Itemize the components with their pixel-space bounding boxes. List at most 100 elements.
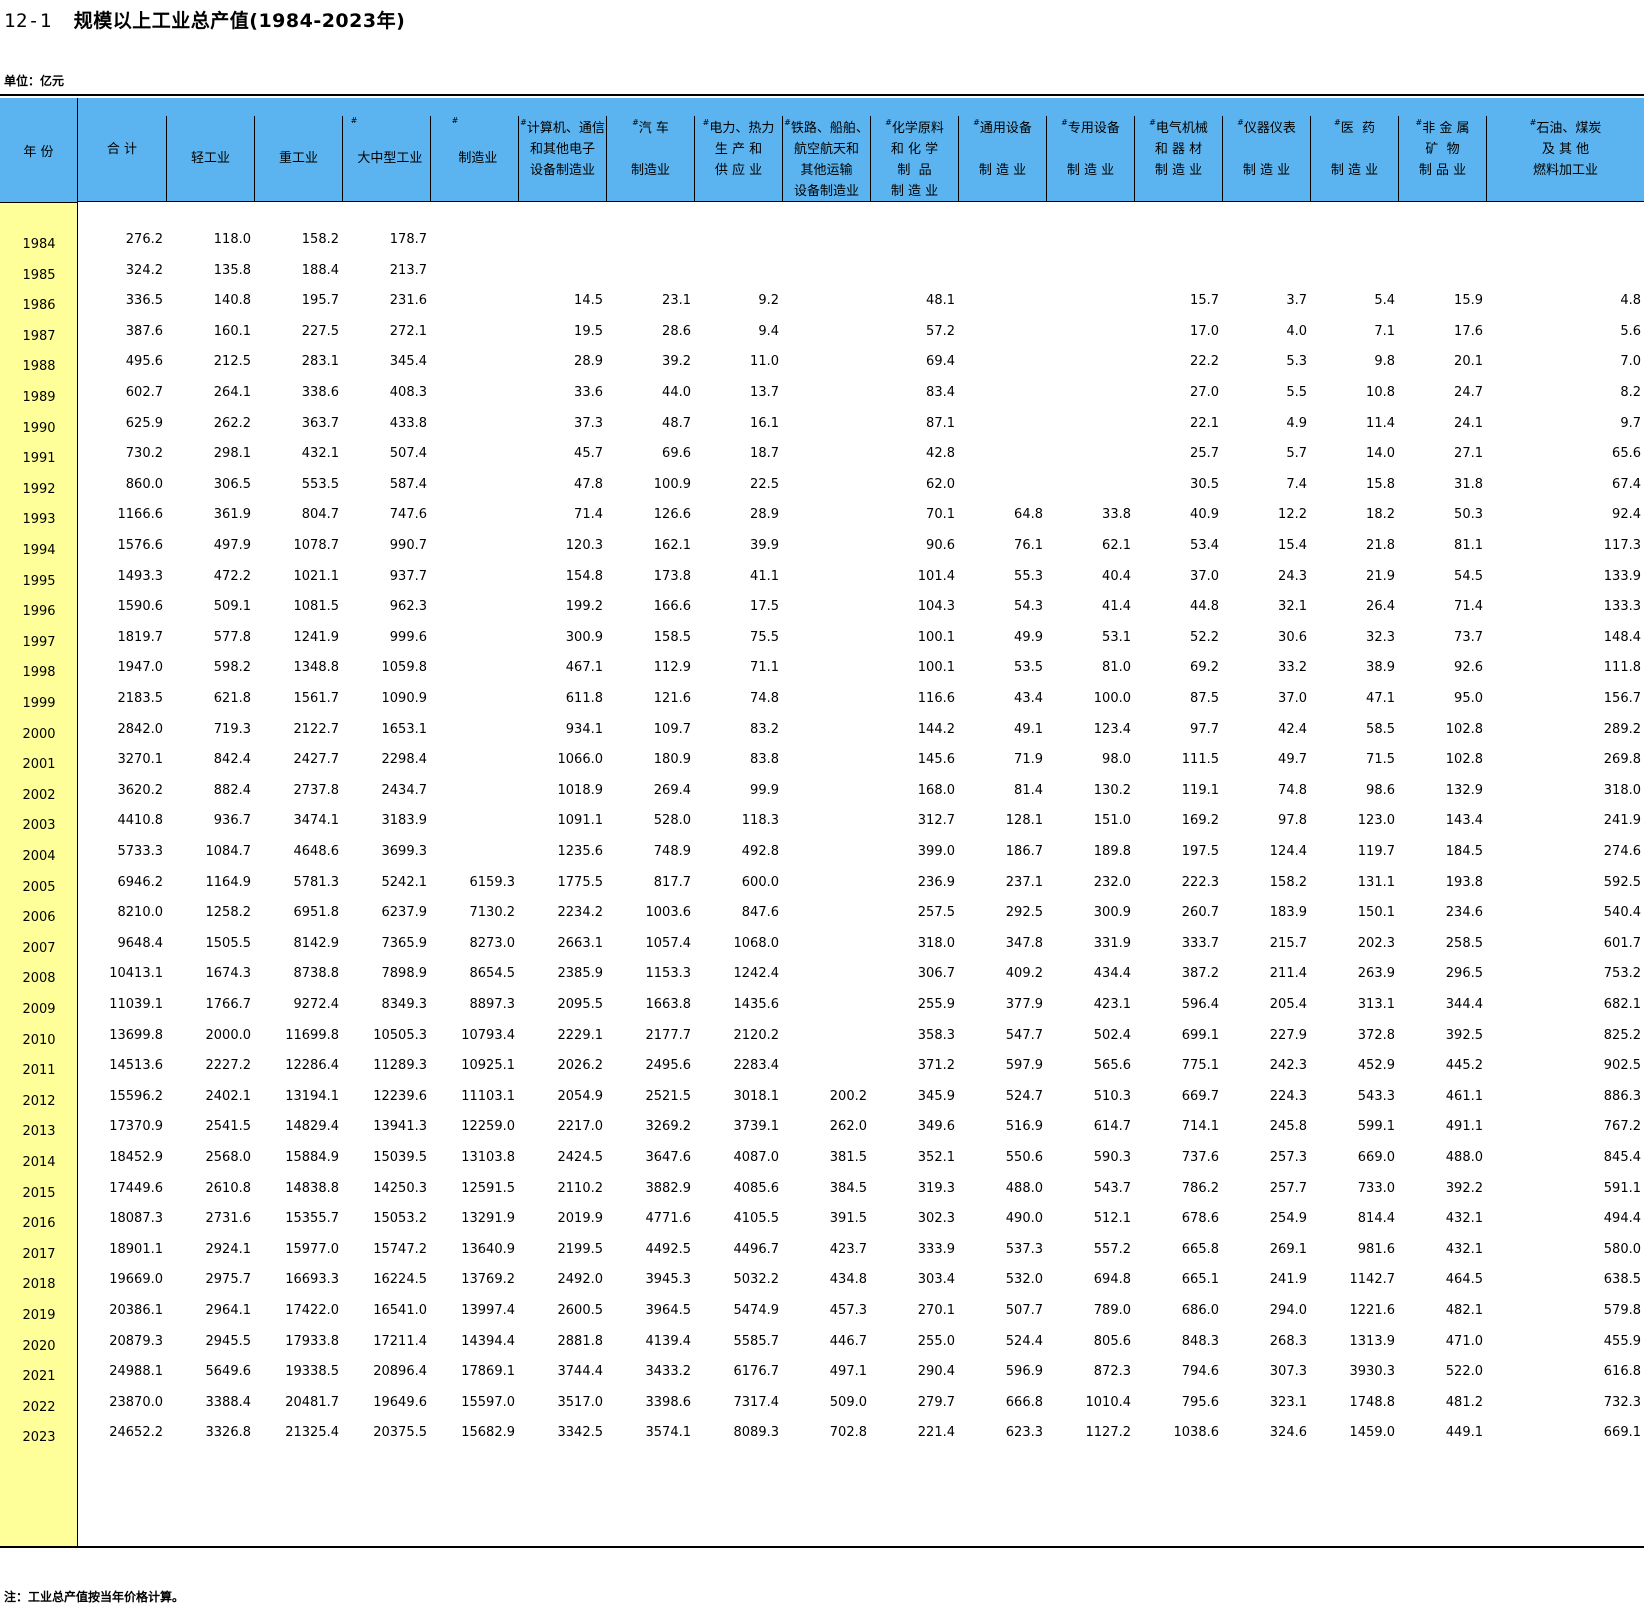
cell-auto: 109.7 (653, 721, 691, 737)
cell-light: 2924.1 (205, 1241, 252, 1257)
cell-petroleum: 156.7 (1603, 691, 1641, 706)
cell-chemical: 255.0 (917, 1333, 955, 1349)
cell-medicine: 814.4 (1357, 1211, 1395, 1227)
cell-auto: 528.0 (653, 813, 691, 829)
cell-auto: 69.6 (662, 446, 691, 462)
cell-instrument: 183.9 (1269, 905, 1307, 921)
cell-computer: 2492.0 (557, 1272, 604, 1288)
cell-chemical: 270.1 (917, 1303, 955, 1318)
cell-chemical: 144.2 (917, 721, 955, 737)
table-row: 2001 3270.1 842.4 2427.7 2298.4 1066.0 180.9 83… (0, 752, 1644, 784)
cell-special-equip: 40.4 (1102, 568, 1131, 584)
cell-auto: 2177.7 (645, 1027, 692, 1043)
cell-petroleum: 65.6 (1612, 446, 1641, 462)
cell-power: 83.2 (750, 721, 779, 737)
cell-special-equip: 189.8 (1093, 844, 1131, 859)
cell-light: 2964.1 (205, 1303, 252, 1318)
cell-power: 17.5 (750, 599, 779, 615)
cell-electrical: 30.5 (1190, 476, 1219, 492)
cell-light: 2945.5 (205, 1333, 252, 1349)
cell-computer: 2600.5 (557, 1303, 604, 1318)
cell-petroleum: 5.6 (1620, 323, 1641, 339)
cell-total: 1819.7 (117, 629, 164, 645)
cell-total: 11039.1 (109, 997, 163, 1012)
table-row: 1999 2183.5 621.8 1561.7 1090.9 611.8 121.6 74.… (0, 691, 1644, 723)
year-cell: 2012 (22, 1093, 56, 1109)
cell-instrument: 33.2 (1278, 660, 1307, 676)
cell-auto: 4492.5 (645, 1241, 692, 1257)
cell-electrical: 686.0 (1181, 1303, 1219, 1318)
cell-petroleum: 274.6 (1603, 844, 1641, 859)
cell-total: 276.2 (125, 232, 163, 247)
cell-chemical: 333.9 (917, 1241, 955, 1257)
cell-heavy: 8738.8 (293, 966, 340, 982)
cell-heavy: 15355.7 (285, 1211, 339, 1227)
cell-power: 4085.6 (733, 1180, 780, 1196)
cell-nonmetal: 432.1 (1445, 1211, 1483, 1227)
cell-electrical: 44.8 (1190, 599, 1219, 615)
table-row: 1988 495.6 212.5 283.1 345.4 28.9 39.2 11.0 69.4… (0, 354, 1644, 386)
cell-chemical: 70.1 (926, 507, 955, 523)
cell-medicine: 3930.3 (1349, 1364, 1396, 1380)
cell-computer: 2019.9 (557, 1211, 604, 1227)
cell-large-medium: 213.7 (389, 262, 427, 278)
cell-computer: 611.8 (565, 691, 603, 706)
cell-electrical: 699.1 (1181, 1027, 1219, 1043)
cell-nonmetal: 184.5 (1445, 844, 1483, 859)
cell-nonmetal: 71.4 (1454, 599, 1483, 615)
cell-petroleum: 148.4 (1603, 629, 1641, 645)
cell-nonmetal: 234.6 (1445, 905, 1483, 921)
table-row: 1995 1493.3 472.2 1021.1 937.7 154.8 173.8 41.1… (0, 569, 1644, 601)
cell-medicine: 15.8 (1366, 476, 1395, 492)
cell-power: 41.1 (750, 568, 779, 584)
cell-instrument: 15.4 (1278, 538, 1307, 553)
cell-instrument: 268.3 (1269, 1333, 1307, 1349)
year-cell: 2017 (22, 1246, 56, 1262)
cell-chemical: 100.1 (917, 629, 955, 645)
cell-medicine: 372.8 (1357, 1027, 1395, 1043)
cell-total: 625.9 (125, 415, 163, 431)
cell-large-medium: 7365.9 (381, 935, 428, 951)
cell-electrical: 848.3 (1181, 1333, 1219, 1349)
cell-nonmetal: 31.8 (1454, 476, 1483, 492)
header-label: 电气机械 和 器 材 制 造 业 (1154, 121, 1208, 178)
cell-manufacturing: 14394.4 (461, 1333, 515, 1349)
cell-general-equip: 237.1 (1005, 874, 1043, 890)
year-cell: 1995 (22, 573, 56, 589)
cell-petroleum: 455.9 (1603, 1333, 1641, 1349)
cell-medicine: 313.1 (1357, 997, 1395, 1012)
cell-special-equip: 331.9 (1093, 935, 1131, 951)
table-row: 2022 23870.0 3388.4 20481.7 19649.6 15597.0 35… (0, 1395, 1644, 1427)
cell-petroleum: 902.5 (1603, 1058, 1641, 1074)
cell-nonmetal: 27.1 (1454, 446, 1483, 462)
cell-special-equip: 872.3 (1093, 1364, 1131, 1380)
cell-auto: 23.1 (662, 293, 691, 309)
cell-special-equip: 423.1 (1093, 997, 1131, 1012)
cell-petroleum: 9.7 (1620, 415, 1641, 431)
cell-computer: 2199.5 (557, 1241, 604, 1257)
header-label: 合 计 (106, 142, 138, 157)
cell-chemical: 352.1 (917, 1150, 955, 1165)
cell-chemical: 303.4 (917, 1272, 955, 1288)
cell-special-equip: 41.4 (1102, 599, 1131, 615)
cell-power: 8089.3 (733, 1425, 780, 1441)
cell-petroleum: 753.2 (1603, 966, 1641, 982)
cell-light: 621.8 (213, 691, 251, 706)
cell-total: 24652.2 (109, 1425, 163, 1441)
cell-chemical: 83.4 (926, 385, 955, 400)
cell-nonmetal: 432.1 (1445, 1241, 1483, 1257)
cell-manufacturing: 11103.1 (461, 1088, 515, 1104)
cell-power: 1435.6 (733, 997, 780, 1012)
cell-nonmetal: 73.7 (1454, 629, 1483, 645)
cell-chemical: 371.2 (917, 1058, 955, 1074)
cell-electrical: 119.1 (1181, 782, 1219, 798)
cell-large-medium: 10505.3 (373, 1027, 427, 1043)
cell-power: 5032.2 (733, 1272, 780, 1288)
cell-chemical: 345.9 (917, 1088, 955, 1104)
cell-petroleum: 886.3 (1603, 1088, 1641, 1104)
header-mark: # (1149, 118, 1156, 127)
year-cell: 1998 (22, 665, 56, 681)
cell-power: 4105.5 (733, 1211, 780, 1227)
cell-instrument: 241.9 (1269, 1272, 1307, 1288)
cell-nonmetal: 488.0 (1445, 1150, 1483, 1165)
